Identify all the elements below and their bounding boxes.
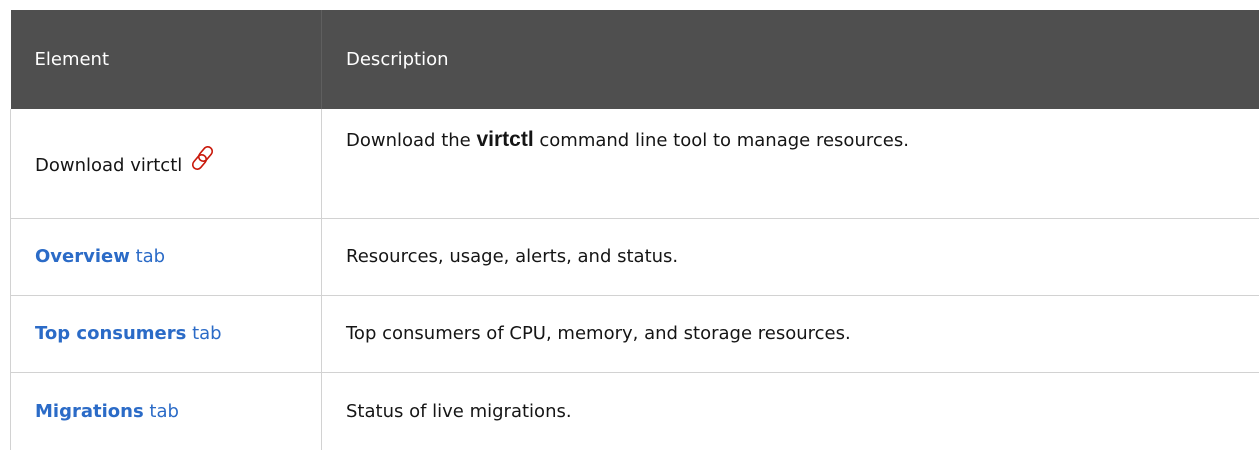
top-consumers-tab-link[interactable]: Top consumers bbox=[35, 323, 186, 344]
tab-suffix: tab bbox=[186, 323, 222, 344]
table-body: Download virtctl Download the virtctl co… bbox=[10, 109, 1259, 450]
migrations-tab-link[interactable]: Migrations bbox=[35, 401, 144, 422]
header-element: Element bbox=[10, 10, 322, 109]
table-row: Top consumers tab Top consumers of CPU, … bbox=[10, 295, 1259, 373]
cell-top-consumers-tab: Top consumers tab bbox=[10, 295, 322, 373]
table-row: Migrations tab Status of live migrations… bbox=[10, 372, 1259, 450]
ui-elements-table: Element Description Download virtctl Dow… bbox=[10, 10, 1259, 450]
ui-elements-table-container: Element Description Download virtctl Dow… bbox=[10, 10, 1259, 450]
header-description: Description bbox=[346, 49, 449, 70]
external-link-icon[interactable] bbox=[188, 143, 218, 178]
download-virtctl-label[interactable]: Download virtctl bbox=[35, 155, 182, 176]
cell-overview-tab: Overview tab bbox=[10, 218, 322, 296]
link-chain-svg bbox=[192, 145, 214, 170]
cell-download-description: Download the virtctl command line tool t… bbox=[321, 109, 1259, 219]
cell-top-consumers-description: Top consumers of CPU, memory, and storag… bbox=[321, 295, 1259, 373]
cell-download-virtctl[interactable]: Download virtctl bbox=[10, 109, 322, 219]
description-text-before: Download the bbox=[346, 130, 477, 151]
table-header: Element Description bbox=[10, 10, 1259, 109]
table-row: Overview tab Resources, usage, alerts, a… bbox=[10, 218, 1259, 296]
header-row: Element Description bbox=[10, 10, 1259, 109]
cell-migrations-tab: Migrations tab bbox=[10, 372, 322, 450]
overview-tab-link[interactable]: Overview bbox=[35, 246, 130, 267]
virtctl-command: virtctl bbox=[476, 128, 534, 151]
table-row: Download virtctl Download the virtctl co… bbox=[10, 109, 1259, 219]
cell-overview-description: Resources, usage, alerts, and status. bbox=[321, 218, 1259, 296]
tab-suffix: tab bbox=[143, 400, 179, 422]
cell-migrations-description: Status of live migrations. bbox=[321, 372, 1259, 450]
tab-suffix: tab bbox=[129, 246, 166, 267]
description-text-after: command line tool to manage resources. bbox=[533, 130, 909, 151]
